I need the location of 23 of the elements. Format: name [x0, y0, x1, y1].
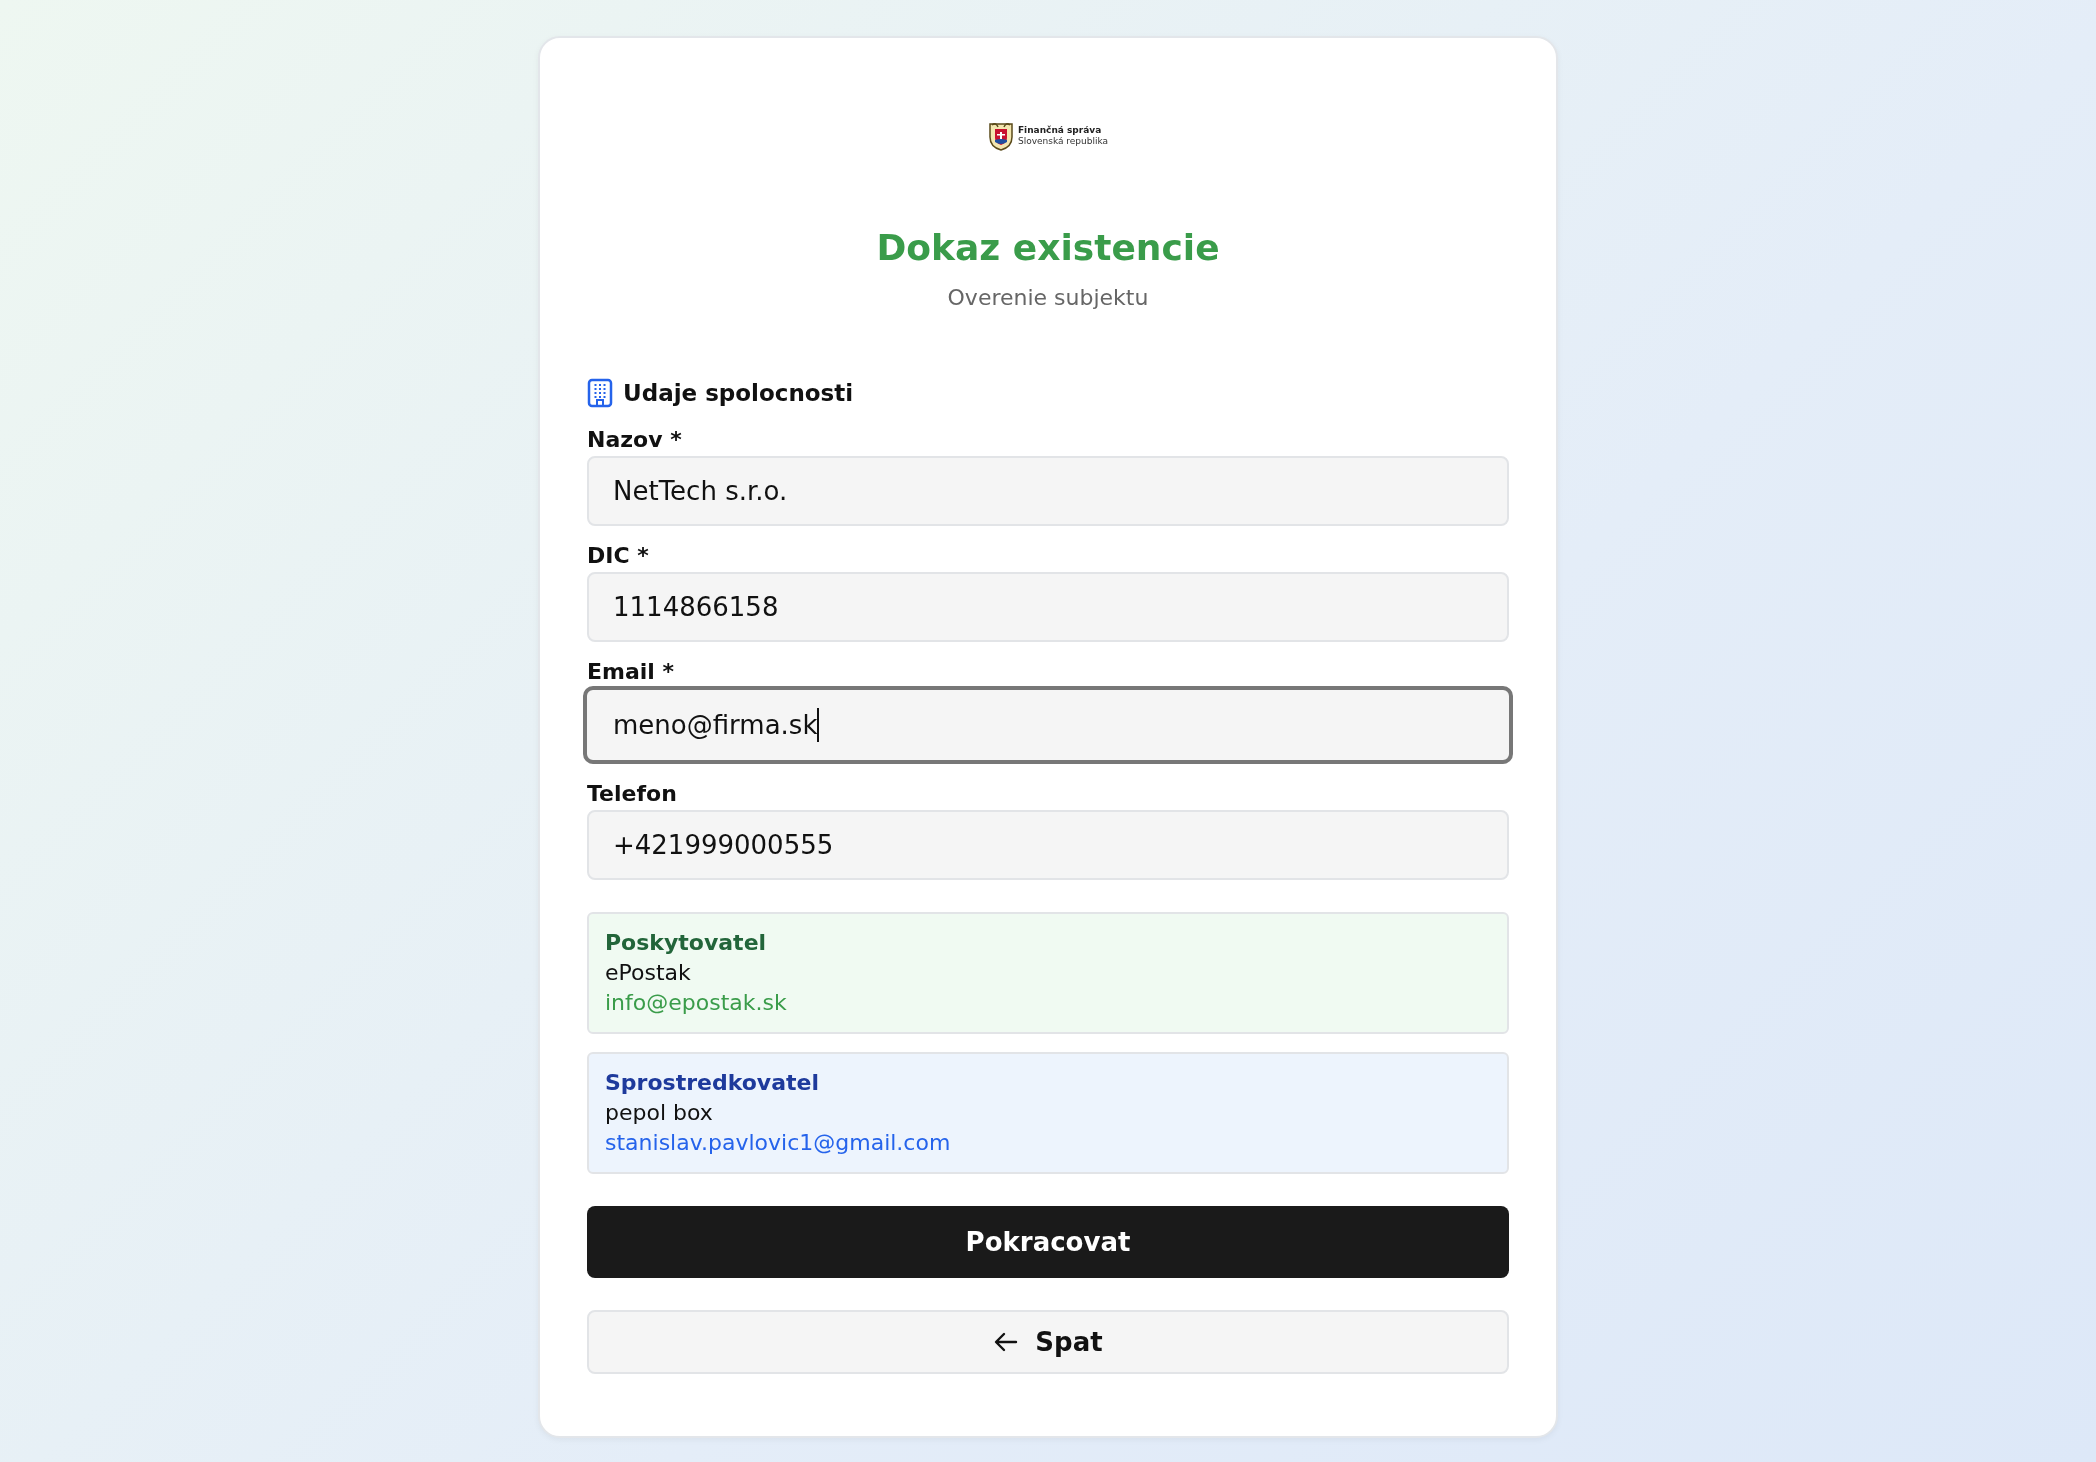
info-heading: Poskytovatel — [605, 929, 767, 957]
info-name: ePostak — [605, 959, 691, 987]
field-label: Nazov * — [587, 426, 682, 454]
logo-subtitle: Slovenská republika — [1017, 136, 1109, 147]
logo-title: Finančná správa — [1017, 125, 1103, 136]
input-field[interactable]: +421999000555 — [587, 810, 1509, 880]
coat-of-arms-icon — [987, 121, 1014, 151]
field-label: Telefon — [587, 780, 677, 808]
arrow-left-icon — [993, 1331, 1020, 1353]
info-name: pepol box — [605, 1099, 713, 1127]
input-field[interactable]: meno@firma.sk — [583, 686, 1513, 764]
section-heading: Udaje spolocnosti — [623, 380, 854, 406]
field-label: Email * — [587, 658, 675, 686]
email-link[interactable]: stanislav.pavlovic1@gmail.com — [605, 1128, 951, 1158]
page-title: Dokaz existencie — [875, 226, 1221, 270]
back-button[interactable]: Spat — [587, 1310, 1509, 1374]
building-icon — [587, 378, 613, 408]
input-field[interactable]: NetTech s.r.o. — [587, 456, 1509, 526]
continue-button[interactable]: Pokracovat — [587, 1206, 1509, 1278]
info-heading: Sprostredkovatel — [605, 1069, 819, 1097]
page-subtitle: Overenie subjektu — [946, 284, 1150, 312]
field-label: DIC * — [587, 542, 649, 570]
input-field[interactable]: 1114866158 — [587, 572, 1509, 642]
